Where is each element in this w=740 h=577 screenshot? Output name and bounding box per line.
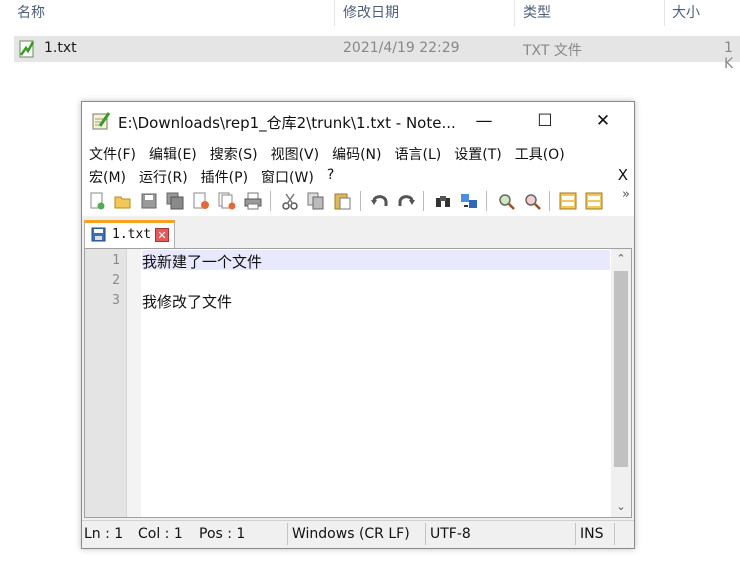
- saved-file-icon: [91, 227, 106, 242]
- title-bar[interactable]: E:\Downloads\rep1_仓库2\trunk\1.txt - Note…: [82, 102, 634, 140]
- column-divider[interactable]: [334, 0, 335, 26]
- close-all-icon[interactable]: [218, 192, 236, 210]
- tab-label: 1.txt: [112, 227, 152, 242]
- scroll-down-button[interactable]: ⌄: [611, 497, 631, 517]
- menu-encoding[interactable]: 编码(N): [332, 144, 381, 166]
- status-column: Col : 1: [138, 526, 183, 542]
- line-number-gutter: 1 2 3: [85, 249, 127, 517]
- status-separator: [287, 523, 288, 545]
- menu-language[interactable]: 语言(L): [395, 144, 442, 166]
- file-type: TXT 文件: [523, 43, 582, 59]
- toolbar-overflow-button[interactable]: »: [622, 187, 630, 202]
- menu-search[interactable]: 搜索(S): [210, 144, 258, 166]
- menu-settings[interactable]: 设置(T): [454, 144, 501, 166]
- print-icon[interactable]: [244, 192, 262, 210]
- status-insert-mode[interactable]: INS: [580, 526, 604, 542]
- file-modified: 2021/4/19 22:29: [343, 40, 460, 56]
- cut-icon[interactable]: [281, 192, 299, 210]
- toolbar: »: [82, 186, 634, 216]
- file-name: 1.txt: [44, 40, 77, 56]
- line-number: 2: [112, 273, 120, 288]
- toolbar-separator: [270, 191, 271, 211]
- column-header: 名称 修改日期 类型 大小: [0, 0, 740, 28]
- editor-area[interactable]: 1 2 3 我新建了一个文件 我修改了文件 ⌃ ⌄: [84, 248, 632, 518]
- column-divider[interactable]: [664, 0, 665, 26]
- text-line[interactable]: 我新建了一个文件: [142, 251, 262, 271]
- status-bar: Ln : 1 Col : 1 Pos : 1 Windows (CR LF) U…: [82, 520, 634, 548]
- toolbar-separator: [423, 191, 424, 211]
- sync-vertical-icon[interactable]: [559, 192, 577, 210]
- undo-icon[interactable]: [371, 192, 389, 210]
- menu-edit[interactable]: 编辑(E): [149, 144, 197, 166]
- sync-horizontal-icon[interactable]: [585, 192, 603, 210]
- fold-margin[interactable]: [127, 249, 141, 517]
- zoom-out-icon[interactable]: [523, 192, 541, 210]
- status-separator: [425, 523, 426, 545]
- minimize-button[interactable]: —: [461, 102, 507, 140]
- toolbar-separator: [486, 191, 487, 211]
- paste-icon[interactable]: [333, 192, 351, 210]
- scrollbar-thumb[interactable]: [614, 271, 628, 467]
- toolbar-separator: [360, 191, 361, 211]
- zoom-in-icon[interactable]: [497, 192, 515, 210]
- toolbar-separator: [549, 191, 550, 211]
- tab-1-txt[interactable]: 1.txt ✕: [84, 220, 175, 248]
- line-number: 1: [112, 253, 120, 268]
- menu-file[interactable]: 文件(F): [89, 144, 136, 166]
- file-size: 1 K: [724, 40, 734, 72]
- menu-tools[interactable]: 工具(O): [515, 144, 565, 166]
- menu-row-1: 文件(F) 编辑(E) 搜索(S) 视图(V) 编码(N) 语言(L) 设置(T…: [89, 144, 578, 166]
- notepadpp-window: E:\Downloads\rep1_仓库2\trunk\1.txt - Note…: [81, 101, 635, 549]
- vertical-scrollbar[interactable]: ⌃ ⌄: [611, 249, 631, 517]
- replace-icon[interactable]: [460, 192, 478, 210]
- new-file-icon[interactable]: [88, 192, 106, 210]
- status-separator: [614, 523, 615, 545]
- status-encoding[interactable]: UTF-8: [430, 526, 471, 542]
- notepadpp-app-icon: [92, 112, 111, 130]
- copy-icon[interactable]: [307, 192, 325, 210]
- open-file-icon[interactable]: [114, 192, 132, 210]
- status-eol[interactable]: Windows (CR LF): [292, 526, 410, 542]
- close-file-icon[interactable]: [192, 192, 210, 210]
- file-row[interactable]: 1.txt 2021/4/19 22:29 TXT 文件 1 K: [14, 36, 740, 72]
- column-divider[interactable]: [514, 0, 515, 26]
- redo-icon[interactable]: [397, 192, 415, 210]
- line-number: 3: [112, 293, 120, 308]
- find-icon[interactable]: [434, 192, 452, 210]
- text-file-icon: [19, 40, 35, 58]
- column-name[interactable]: 名称: [17, 2, 45, 22]
- tab-bar: 1.txt ✕: [82, 216, 634, 248]
- tab-close-icon[interactable]: ✕: [155, 228, 169, 242]
- text-line[interactable]: 我修改了文件: [142, 291, 232, 311]
- column-size[interactable]: 大小: [672, 2, 700, 22]
- menu-view[interactable]: 视图(V): [271, 144, 320, 166]
- close-document-button[interactable]: X: [618, 166, 628, 184]
- column-type[interactable]: 类型: [523, 2, 551, 22]
- scroll-up-button[interactable]: ⌃: [611, 249, 631, 269]
- save-icon[interactable]: [140, 192, 158, 210]
- menu-bar: 文件(F) 编辑(E) 搜索(S) 视图(V) 编码(N) 语言(L) 设置(T…: [82, 140, 634, 186]
- maximize-button[interactable]: ☐: [522, 102, 568, 140]
- status-line: Ln : 1: [84, 526, 124, 542]
- status-position: Pos : 1: [199, 526, 246, 542]
- close-button[interactable]: ✕: [580, 102, 626, 140]
- column-modified[interactable]: 修改日期: [343, 2, 399, 22]
- status-separator: [575, 523, 576, 545]
- window-title: E:\Downloads\rep1_仓库2\trunk\1.txt - Note…: [118, 114, 456, 132]
- save-all-icon[interactable]: [166, 192, 184, 210]
